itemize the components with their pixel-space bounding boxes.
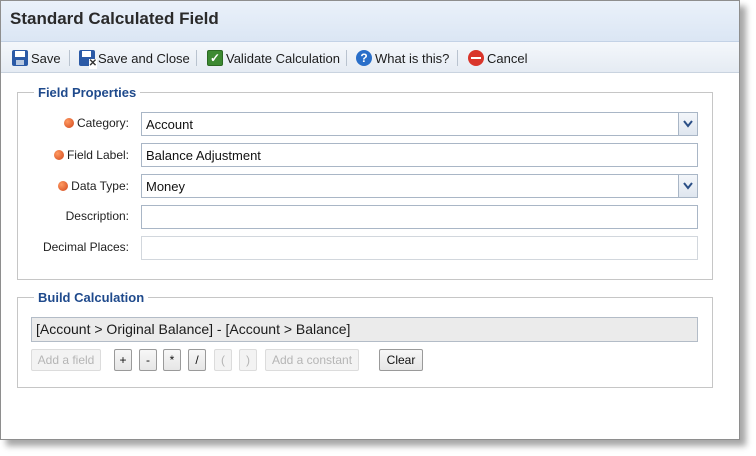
toolbar-separator [196,50,197,66]
field-label-label: Field Label: [19,148,129,162]
required-icon [58,181,69,191]
description-label: Description: [65,209,129,223]
toolbar: Save Save and Close ✓ Validate Calculati… [1,42,739,73]
open-paren-button[interactable]: ( [214,349,232,371]
help-icon: ? [356,50,372,66]
plus-button[interactable]: + [114,349,132,371]
save-close-icon [79,50,97,69]
data-type-label: Data Type: [19,179,129,193]
clear-button[interactable]: Clear [379,349,423,371]
what-is-this-button[interactable]: ? What is this? [356,49,449,67]
required-icon [63,118,74,128]
category-label: Category: [19,116,129,130]
cancel-icon [468,50,484,66]
description-input[interactable] [141,205,698,229]
checkmark-icon: ✓ [207,50,223,66]
required-icon [53,150,64,160]
category-value: Account [146,117,193,132]
cancel-button[interactable]: Cancel [468,49,527,67]
calculated-field-window: Standard Calculated Field Save Save and … [0,0,740,440]
add-constant-button[interactable]: Add a constant [265,349,359,371]
save-and-close-label: Save and Close [98,50,190,66]
multiply-button[interactable]: * [163,349,181,371]
toolbar-separator [457,50,458,66]
field-label-input[interactable]: Balance Adjustment [141,143,698,167]
save-button[interactable]: Save [12,49,61,67]
minus-button[interactable]: - [139,349,157,371]
save-icon [12,50,28,66]
build-calculation-legend: Build Calculation [38,290,145,305]
decimal-places-input[interactable] [141,236,698,260]
field-properties-legend: Field Properties [38,85,137,100]
chevron-down-icon[interactable] [678,175,697,197]
toolbar-separator [69,50,70,66]
toolbar-separator [346,50,347,66]
validate-label: Validate Calculation [226,50,340,66]
data-type-value: Money [146,179,186,194]
data-type-select[interactable]: Money [141,174,698,198]
chevron-down-icon[interactable] [678,113,697,135]
add-field-button[interactable]: Add a field [31,349,101,371]
save-and-close-button[interactable]: Save and Close [79,49,190,69]
window-title: Standard Calculated Field [10,9,219,28]
validate-calculation-button[interactable]: ✓ Validate Calculation [207,49,340,67]
title-bar: Standard Calculated Field [1,1,739,42]
field-label-value: Balance Adjustment [146,148,261,163]
save-label: Save [31,50,61,66]
divide-button[interactable]: / [188,349,206,371]
help-label: What is this? [375,50,450,66]
calculation-expression[interactable]: [Account > Original Balance] - [Account … [31,317,698,342]
decimal-places-label: Decimal Places: [42,240,129,254]
close-paren-button[interactable]: ) [239,349,257,371]
category-select[interactable]: Account [141,112,698,136]
cancel-label: Cancel [487,50,528,66]
